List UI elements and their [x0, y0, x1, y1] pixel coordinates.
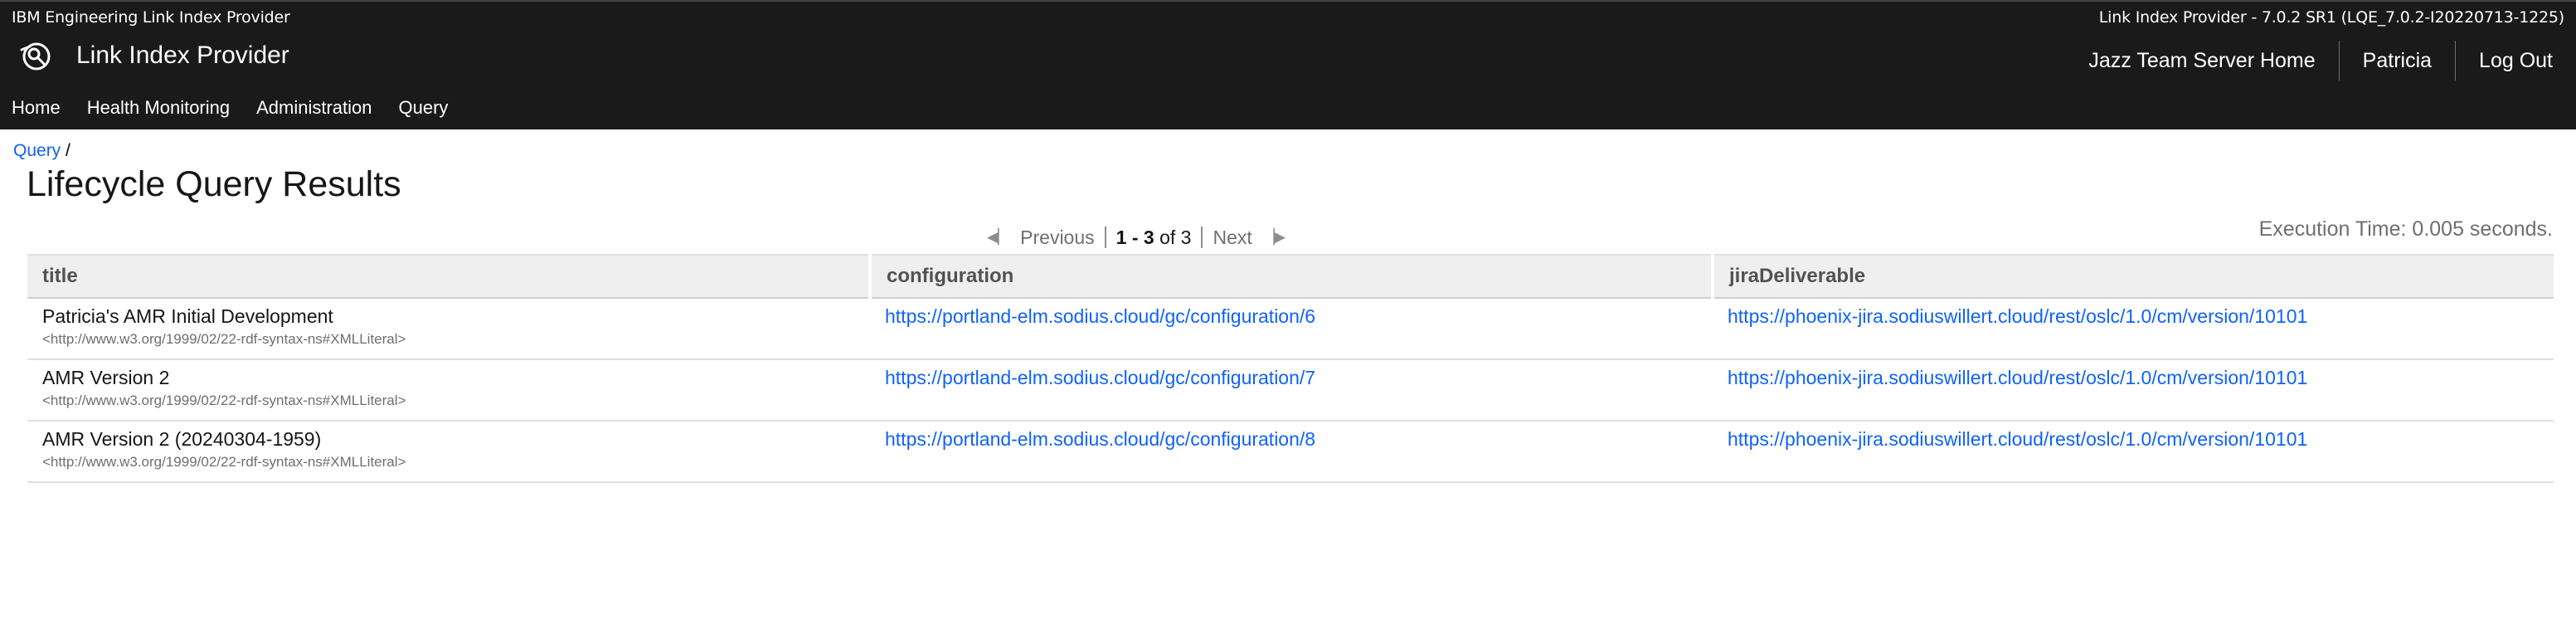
configuration-cell: https://portland-elm.sodius.cloud/gc/con…	[870, 421, 1713, 483]
product-name: IBM Engineering Link Index Provider	[12, 8, 290, 27]
range-total: 3	[1180, 226, 1192, 248]
page-range: 1 - 3 of 3	[1116, 227, 1192, 249]
jazz-team-server-home-link[interactable]: Jazz Team Server Home	[2065, 40, 2338, 81]
results-table: title configuration jiraDeliverable Patr…	[27, 254, 2554, 483]
app-title: Link Index Provider	[76, 41, 289, 69]
page-title: Lifecycle Query Results	[27, 164, 401, 204]
next-page-button[interactable]: Next	[1213, 227, 1252, 249]
title-datatype: <http://www.w3.org/1999/02/22-rdf-syntax…	[42, 331, 406, 347]
breadcrumb: Query /	[13, 141, 70, 161]
breadcrumb-query-link[interactable]: Query	[13, 141, 61, 160]
pager-divider	[1201, 227, 1203, 248]
range-end: 3	[1143, 226, 1154, 248]
table-row: AMR Version 2 (20240304-1959) <http://ww…	[27, 421, 2554, 483]
pagination: ◀▏ Previous 1 - 3 of 3 Next ▕▶	[987, 222, 1286, 252]
jira-deliverable-link[interactable]: https://phoenix-jira.sodiuswillert.cloud…	[1728, 428, 2307, 450]
last-page-icon[interactable]: ▕▶	[1264, 229, 1286, 246]
column-header-configuration[interactable]: configuration	[868, 254, 1713, 299]
configuration-cell: https://portland-elm.sodius.cloud/gc/con…	[870, 359, 1713, 422]
range-dash: -	[1126, 226, 1144, 248]
column-header-title[interactable]: title	[27, 254, 870, 299]
jira-deliverable-cell: https://phoenix-jira.sodiuswillert.cloud…	[1713, 421, 2554, 483]
previous-page-button[interactable]: Previous	[1020, 227, 1094, 249]
log-out-link[interactable]: Log Out	[2456, 40, 2576, 81]
title-cell: Patricia's AMR Initial Development <http…	[27, 298, 870, 360]
table-row: AMR Version 2 <http://www.w3.org/1999/02…	[27, 359, 2554, 422]
link-index-logo-icon	[20, 42, 51, 71]
range-of: of	[1154, 226, 1181, 248]
title-value: AMR Version 2 (20240304-1959)	[42, 428, 322, 450]
range-start: 1	[1115, 226, 1127, 248]
title-cell: AMR Version 2 (20240304-1959) <http://ww…	[27, 421, 870, 483]
column-header-jira-deliverable[interactable]: jiraDeliverable	[1711, 254, 2554, 299]
user-menu[interactable]: Patricia	[2340, 40, 2455, 81]
pager-divider	[1104, 227, 1106, 248]
table-header-row: title configuration jiraDeliverable	[27, 254, 2554, 299]
nav-item-query[interactable]: Query	[387, 95, 449, 126]
jira-deliverable-link[interactable]: https://phoenix-jira.sodiuswillert.cloud…	[1728, 305, 2307, 327]
title-value: Patricia's AMR Initial Development	[42, 305, 333, 327]
jira-deliverable-cell: https://phoenix-jira.sodiuswillert.cloud…	[1713, 298, 2554, 360]
jira-deliverable-cell: https://phoenix-jira.sodiuswillert.cloud…	[1713, 359, 2554, 422]
breadcrumb-separator: /	[61, 141, 70, 160]
title-value: AMR Version 2	[42, 367, 170, 388]
configuration-link[interactable]: https://portland-elm.sodius.cloud/gc/con…	[885, 305, 1315, 327]
configuration-link[interactable]: https://portland-elm.sodius.cloud/gc/con…	[885, 428, 1315, 450]
title-cell: AMR Version 2 <http://www.w3.org/1999/02…	[27, 359, 870, 422]
version-info: Link Index Provider - 7.0.2 SR1 (LQE_7.0…	[2098, 8, 2564, 27]
jira-deliverable-link[interactable]: https://phoenix-jira.sodiuswillert.cloud…	[1728, 367, 2307, 388]
nav-item-home[interactable]: Home	[0, 95, 61, 126]
table-row: Patricia's AMR Initial Development <http…	[27, 298, 2554, 360]
configuration-link[interactable]: https://portland-elm.sodius.cloud/gc/con…	[885, 367, 1315, 388]
configuration-cell: https://portland-elm.sodius.cloud/gc/con…	[870, 298, 1713, 360]
header-links: Jazz Team Server Home Patricia Log Out	[2065, 40, 2576, 81]
nav-item-administration[interactable]: Administration	[245, 95, 372, 126]
title-datatype: <http://www.w3.org/1999/02/22-rdf-syntax…	[42, 454, 406, 470]
title-datatype: <http://www.w3.org/1999/02/22-rdf-syntax…	[42, 393, 406, 408]
execution-time: Execution Time: 0.005 seconds.	[2258, 217, 2553, 241]
nav-item-health-monitoring[interactable]: Health Monitoring	[75, 95, 230, 126]
first-page-icon[interactable]: ◀▏	[987, 229, 1009, 246]
app-banner: IBM Engineering Link Index Provider Link…	[0, 0, 2576, 129]
main-nav: Home Health Monitoring Administration Qu…	[0, 95, 463, 126]
